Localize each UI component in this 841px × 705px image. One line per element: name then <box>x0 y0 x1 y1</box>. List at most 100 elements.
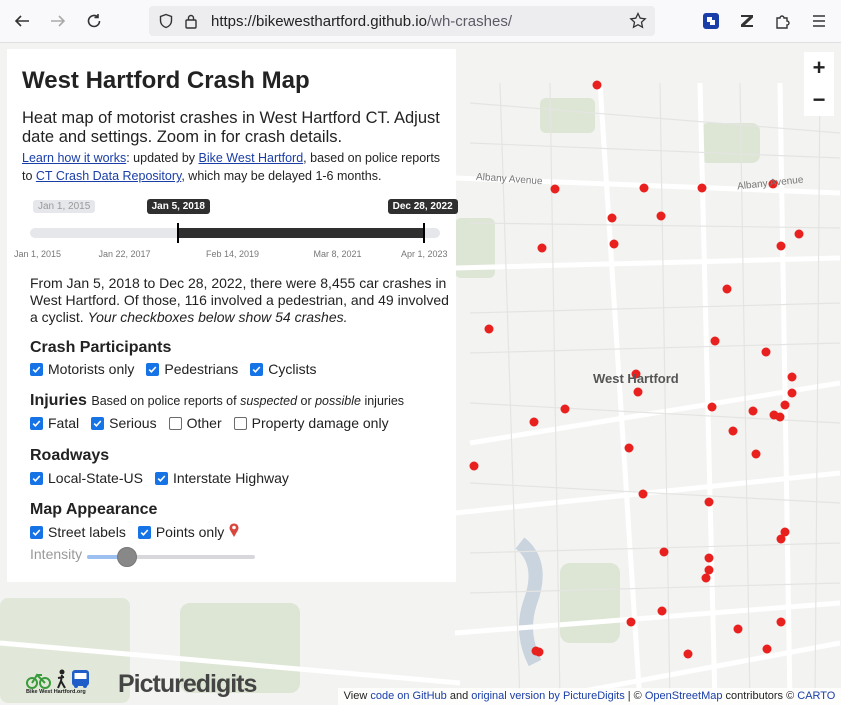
crash-point[interactable] <box>710 336 720 346</box>
crash-point[interactable] <box>776 241 786 251</box>
crash-point[interactable] <box>609 239 619 249</box>
crash-point[interactable] <box>704 553 714 563</box>
crash-point[interactable] <box>787 372 797 382</box>
zoom-in-button[interactable]: + <box>804 52 834 84</box>
check-icon[interactable] <box>91 416 105 430</box>
crash-point[interactable] <box>550 184 560 194</box>
crash-point[interactable] <box>761 347 771 357</box>
crash-point[interactable] <box>751 449 761 459</box>
intensity-thumb[interactable] <box>117 547 138 567</box>
check-icon[interactable] <box>30 362 43 376</box>
interstate-checkbox[interactable]: Interstate Highway <box>154 470 289 486</box>
points-only-checkbox[interactable]: Points only <box>137 524 224 540</box>
street-labels-checkbox[interactable]: Street labels <box>30 524 126 540</box>
slider-start-handle[interactable] <box>176 223 179 243</box>
crash-point[interactable] <box>787 388 797 398</box>
intensity-slider[interactable] <box>87 547 255 567</box>
crash-point[interactable] <box>633 387 643 397</box>
carto-link[interactable]: CARTO <box>797 690 835 702</box>
crash-point[interactable] <box>707 402 717 412</box>
zotero-icon[interactable] <box>735 9 759 33</box>
crash-point[interactable] <box>607 213 617 223</box>
star-icon[interactable] <box>629 11 647 35</box>
serious-label: Serious <box>109 415 157 431</box>
property-damage-checkbox[interactable]: Property damage only <box>233 415 389 431</box>
github-link[interactable]: code on GitHub <box>370 690 446 702</box>
local-state-us-checkbox[interactable]: Local-State-US <box>30 470 143 486</box>
check-icon[interactable] <box>30 525 43 539</box>
crash-point[interactable] <box>762 644 772 654</box>
openstreetmap-link[interactable]: OpenStreetMap <box>645 690 723 702</box>
pedestrians-checkbox[interactable]: Pedestrians <box>146 361 238 377</box>
appearance-heading: Map Appearance <box>30 501 158 518</box>
check-icon[interactable] <box>30 471 43 485</box>
check-icon[interactable] <box>137 525 151 539</box>
empty-checkbox-icon[interactable] <box>233 416 247 430</box>
crash-point[interactable] <box>469 461 479 471</box>
note-end: , which may be delayed 1-6 months. <box>181 169 382 183</box>
crash-point[interactable] <box>697 183 707 193</box>
crash-point[interactable] <box>638 489 648 499</box>
crash-point[interactable] <box>776 534 786 544</box>
learn-how-link[interactable]: Learn how it works <box>22 151 126 165</box>
serious-checkbox[interactable]: Serious <box>91 415 157 431</box>
crash-point[interactable] <box>775 412 785 422</box>
crash-point[interactable] <box>659 547 669 557</box>
zoom-out-button[interactable]: − <box>804 84 834 116</box>
crash-point[interactable] <box>592 80 602 90</box>
crash-point[interactable] <box>534 647 544 657</box>
url-bar[interactable]: https://bikewesthartford.github.io/wh-cr… <box>149 6 655 36</box>
puzzle-icon[interactable] <box>771 9 795 33</box>
date-range-slider[interactable]: Jan 1, 2015 Jan 5, 2018 Dec 28, 2022 Jan… <box>14 199 458 269</box>
extension-icon[interactable] <box>699 9 723 33</box>
motorists-checkbox[interactable]: Motorists only <box>30 361 134 377</box>
crash-point[interactable] <box>733 624 743 634</box>
pedestrians-label: Pedestrians <box>164 361 239 377</box>
empty-checkbox-icon[interactable] <box>168 416 182 430</box>
picturedigits-logo[interactable]: Picturedigits <box>118 670 257 699</box>
bike-west-hartford-link[interactable]: Bike West Hartford <box>199 151 304 165</box>
crash-point[interactable] <box>728 426 738 436</box>
street-labels-label: Street labels <box>48 524 126 540</box>
cyclists-checkbox[interactable]: Cyclists <box>250 361 317 377</box>
crash-point[interactable] <box>657 606 667 616</box>
reload-icon[interactable] <box>82 9 106 33</box>
crash-point[interactable] <box>722 284 732 294</box>
menu-icon[interactable] <box>807 9 831 33</box>
crash-point[interactable] <box>683 649 693 659</box>
check-icon[interactable] <box>30 416 43 430</box>
injuries-sub-a: Based on police reports of <box>91 394 241 408</box>
crash-point[interactable] <box>639 183 649 193</box>
crash-point[interactable] <box>624 443 634 453</box>
crash-point[interactable] <box>748 406 758 416</box>
slider-end-handle[interactable] <box>422 223 425 243</box>
shield-icon[interactable] <box>158 13 174 34</box>
crash-point[interactable] <box>529 417 539 427</box>
lock-icon[interactable] <box>184 13 198 34</box>
crash-point[interactable] <box>704 497 714 507</box>
other-checkbox[interactable]: Other <box>168 415 222 431</box>
ct-crash-data-link[interactable]: CT Crash Data Repository <box>36 169 181 183</box>
url-text[interactable]: https://bikewesthartford.github.io/wh-cr… <box>211 13 512 30</box>
crash-point[interactable] <box>537 243 547 253</box>
info-panel: West Hartford Crash Map Heat map of moto… <box>7 49 458 582</box>
crash-point[interactable] <box>780 400 790 410</box>
injuries-subtitle: Based on police reports of suspected or … <box>91 394 404 408</box>
map-attribution: View code on GitHub and original version… <box>338 688 841 705</box>
picturedigits-link[interactable]: original version by PictureDigits <box>471 690 624 702</box>
crash-point[interactable] <box>701 573 711 583</box>
crash-point[interactable] <box>626 617 636 627</box>
crash-point[interactable] <box>656 211 666 221</box>
crash-point[interactable] <box>776 617 786 627</box>
check-icon[interactable] <box>250 362 264 376</box>
check-icon[interactable] <box>154 471 168 485</box>
attrib-c: and <box>446 690 472 702</box>
crash-point[interactable] <box>704 565 714 575</box>
check-icon[interactable] <box>146 362 160 376</box>
forward-arrow-icon[interactable] <box>46 9 70 33</box>
crash-point[interactable] <box>484 324 494 334</box>
crash-point[interactable] <box>794 229 804 239</box>
fatal-checkbox[interactable]: Fatal <box>30 415 79 431</box>
back-arrow-icon[interactable] <box>10 9 34 33</box>
crash-point[interactable] <box>560 404 570 414</box>
